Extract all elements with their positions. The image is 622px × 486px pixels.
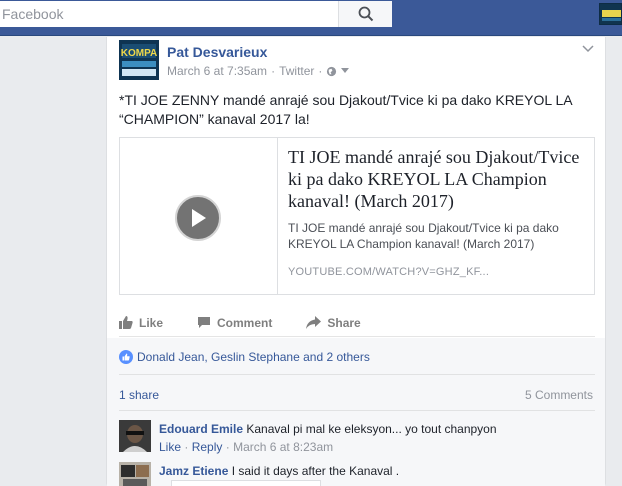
comment-text: Kanaval pi mal ke eleksyon... yo tout ch… — [246, 422, 497, 436]
link-title[interactable]: TI JOE mandé anrajé sou Djakout/Tvice ki… — [288, 146, 584, 212]
commenter-avatar[interactable] — [119, 462, 151, 486]
comment-text: I said it days after the Kanaval . — [231, 464, 400, 478]
post-meta: March 6 at 7:35am · Twitter · — [167, 64, 350, 78]
thumbs-up-icon — [119, 316, 133, 329]
profile-avatar[interactable] — [599, 3, 622, 25]
comment-item: Edouard Emile Kanaval pi mal ke eleksyon… — [119, 420, 595, 460]
share-label: Share — [327, 315, 361, 330]
search-box — [0, 1, 392, 27]
reactions-text: Donald Jean, Geslin Stephane and 2 other… — [137, 350, 370, 364]
comment-button[interactable]: Comment — [197, 316, 272, 330]
like-label: Like — [139, 315, 164, 330]
post-author-name[interactable]: Pat Desvarieux — [167, 44, 267, 60]
link-body: TI JOE mandé anrajé sou Djakout/Tvice ki… — [278, 138, 594, 294]
divider — [119, 374, 595, 375]
commenter-name[interactable]: Jamz Etiene — [159, 464, 228, 478]
search-button[interactable] — [338, 1, 392, 27]
reactions-summary[interactable]: Donald Jean, Geslin Stephane and 2 other… — [119, 350, 370, 364]
link-domain: YOUTUBE.COM/WATCH?V=GHZ_KF... — [288, 266, 490, 278]
commenter-name[interactable]: Edouard Emile — [159, 422, 243, 436]
top-bar — [0, 0, 622, 36]
comment-label: Comment — [217, 315, 273, 330]
comment-reply-link[interactable]: Reply — [192, 440, 223, 454]
comment-icon — [198, 317, 211, 328]
globe-icon[interactable] — [326, 66, 337, 77]
post-card: KOMPA Pat Desvarieux March 6 at 7:35am ·… — [106, 37, 606, 486]
author-avatar[interactable]: KOMPA — [119, 40, 159, 80]
comment-attachment[interactable] — [171, 480, 321, 486]
commenter-avatar[interactable] — [119, 420, 151, 452]
comment-item: Jamz Etiene I said it days after the Kan… — [119, 462, 595, 486]
meta-separator: · — [271, 64, 276, 78]
like-reaction-icon — [119, 350, 133, 364]
share-arrow-icon — [306, 316, 322, 329]
comment-timestamp[interactable]: March 6 at 8:23am — [233, 440, 333, 454]
like-button[interactable]: Like — [119, 316, 163, 330]
chevron-down-icon[interactable] — [581, 41, 595, 55]
shares-count[interactable]: 1 share — [119, 388, 159, 402]
search-input[interactable] — [0, 1, 338, 27]
play-button[interactable] — [175, 195, 221, 241]
post-source[interactable]: Twitter — [279, 64, 314, 78]
search-icon — [358, 6, 373, 22]
post-text: *TI JOE ZENNY mandé anrajé sou Djakout/T… — [119, 92, 572, 127]
post-actions: Like Comment Share — [119, 309, 595, 337]
divider — [119, 410, 595, 411]
post-timestamp[interactable]: March 6 at 7:35am — [167, 64, 267, 78]
comments-count[interactable]: 5 Comments — [525, 388, 593, 402]
post-footer: Donald Jean, Geslin Stephane and 2 other… — [107, 338, 605, 486]
comment-like-link[interactable]: Like — [159, 440, 181, 454]
play-icon — [192, 209, 206, 227]
comment-body: Jamz Etiene I said it days after the Kan… — [159, 464, 399, 478]
comment-actions: Like · Reply · March 6 at 8:23am — [159, 440, 334, 454]
audience-dropdown-icon[interactable] — [341, 68, 350, 74]
link-description: TI JOE mandé anrajé sou Djakout/Tvice ki… — [288, 221, 559, 251]
meta-separator-2: · — [318, 64, 323, 78]
video-thumbnail[interactable] — [120, 138, 278, 294]
link-preview[interactable]: TI JOE mandé anrajé sou Djakout/Tvice ki… — [119, 137, 595, 295]
avatar-logo-text: KOMPA — [121, 48, 157, 59]
comment-body: Edouard Emile Kanaval pi mal ke eleksyon… — [159, 422, 497, 454]
share-button[interactable]: Share — [306, 315, 361, 330]
